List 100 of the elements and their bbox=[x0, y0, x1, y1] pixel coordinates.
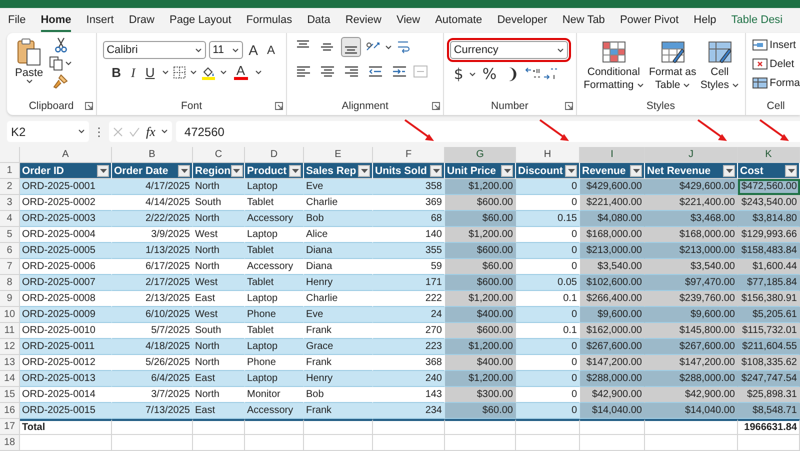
table-cell: $211,604.55 bbox=[738, 339, 800, 355]
table-cell: $600.00 bbox=[445, 243, 516, 259]
table-cell: $400.00 bbox=[445, 355, 516, 371]
table-cell: Frank bbox=[304, 403, 373, 419]
column-header[interactable]: C bbox=[193, 147, 245, 163]
paste-button[interactable]: Paste bbox=[13, 37, 46, 99]
row-number[interactable]: 8 bbox=[0, 275, 20, 291]
scissors-icon[interactable] bbox=[54, 37, 68, 53]
table-cell: ORD-2025-0015 bbox=[20, 403, 112, 419]
ribbon-tab[interactable]: Insert bbox=[86, 9, 114, 32]
decrease-font-size-button[interactable]: A bbox=[264, 44, 278, 56]
dialog-launcher-icon[interactable] bbox=[564, 102, 573, 110]
filter-dropdown-button[interactable] bbox=[430, 164, 442, 176]
empty-cell bbox=[738, 435, 800, 451]
formula-input[interactable]: 472560 bbox=[176, 121, 800, 142]
table-cell: North bbox=[193, 243, 245, 259]
row-number[interactable]: 9 bbox=[0, 291, 20, 307]
style-button[interactable]: Cell Styles bbox=[700, 41, 740, 99]
table-cell: $472,560.00 bbox=[738, 179, 800, 195]
row-number[interactable]: 13 bbox=[0, 355, 20, 371]
row-number[interactable]: 14 bbox=[0, 371, 20, 387]
underline-button[interactable]: U bbox=[142, 66, 158, 78]
ribbon-tab[interactable]: Page Layout bbox=[169, 9, 232, 32]
cells-item[interactable]: Delet bbox=[752, 56, 794, 72]
ribbon-tab[interactable]: File bbox=[8, 9, 26, 32]
table-cell: ORD-2025-0003 bbox=[20, 211, 112, 227]
row-number[interactable]: 5 bbox=[0, 227, 20, 243]
filter-dropdown-button[interactable] bbox=[358, 164, 370, 176]
filter-dropdown-button[interactable] bbox=[723, 164, 735, 176]
column-header[interactable]: A bbox=[20, 147, 112, 163]
increase-font-size-button[interactable]: A bbox=[246, 44, 261, 56]
column-header[interactable]: E bbox=[304, 147, 373, 163]
align-button[interactable] bbox=[341, 37, 362, 57]
row-number[interactable]: 15 bbox=[0, 387, 20, 403]
filter-dropdown-button[interactable] bbox=[501, 164, 513, 176]
ribbon-tab[interactable]: Developer bbox=[497, 9, 548, 32]
insert-function-button[interactable]: fx bbox=[146, 124, 156, 140]
ribbon-tab[interactable]: Power Pivot bbox=[620, 9, 679, 32]
filter-dropdown-button[interactable] bbox=[230, 164, 243, 176]
row-number[interactable]: 10 bbox=[0, 307, 20, 323]
filter-dropdown-button[interactable] bbox=[785, 164, 797, 176]
dialog-launcher-icon[interactable] bbox=[84, 102, 93, 110]
column-header[interactable]: I bbox=[580, 147, 645, 163]
ribbon-tab[interactable]: Automate bbox=[435, 9, 482, 32]
merge-cells-icon[interactable] bbox=[413, 64, 428, 78]
ribbon-tab[interactable]: Help bbox=[694, 9, 716, 32]
cells-item[interactable]: Insert bbox=[752, 37, 796, 53]
column-header[interactable]: B bbox=[112, 147, 193, 163]
decrease-decimal-icon[interactable] bbox=[543, 67, 560, 81]
ribbon-tab[interactable]: Table Desi bbox=[731, 9, 783, 32]
row-number[interactable]: 6 bbox=[0, 243, 20, 259]
row-number[interactable]: 1 bbox=[0, 163, 20, 179]
table-cell: $243,540.00 bbox=[738, 195, 800, 211]
wrap-text-icon[interactable] bbox=[396, 39, 412, 55]
column-header[interactable]: G bbox=[445, 147, 516, 163]
row-number[interactable]: 7 bbox=[0, 259, 20, 275]
fill-color-icon[interactable] bbox=[200, 65, 216, 80]
ribbon-tab[interactable]: Formulas bbox=[246, 9, 292, 32]
ribbon-tab[interactable]: Review bbox=[345, 9, 382, 32]
filter-dropdown-button[interactable] bbox=[630, 164, 642, 176]
style-button[interactable]: Format as Table bbox=[648, 41, 698, 99]
copy-icon[interactable] bbox=[49, 56, 64, 71]
row-number[interactable]: 3 bbox=[0, 195, 20, 211]
filter-dropdown-button[interactable] bbox=[97, 164, 109, 176]
italic-button[interactable]: I bbox=[128, 66, 138, 78]
ribbon-tab[interactable]: New Tab bbox=[562, 9, 605, 32]
filter-dropdown-button[interactable] bbox=[178, 164, 190, 176]
name-box[interactable]: K2 bbox=[7, 121, 89, 142]
table-cell: $162,000.00 bbox=[580, 323, 645, 339]
align-top-icon bbox=[296, 40, 310, 48]
ribbon-tab[interactable]: Data bbox=[307, 9, 330, 32]
dialog-launcher-icon[interactable] bbox=[432, 102, 440, 110]
ribbon-tab[interactable]: Draw bbox=[128, 9, 154, 32]
ribbon-tab[interactable]: View bbox=[396, 9, 420, 32]
table-cell: Laptop bbox=[245, 339, 304, 355]
cells-item[interactable]: Forma bbox=[752, 75, 800, 91]
row-number[interactable]: 12 bbox=[0, 339, 20, 355]
column-header[interactable]: D bbox=[245, 147, 304, 163]
dialog-launcher-icon[interactable] bbox=[275, 102, 284, 110]
row-number[interactable]: 16 bbox=[0, 403, 20, 419]
font-size-dropdown[interactable]: 11 bbox=[208, 41, 243, 59]
comma-style-button[interactable]: ❩ bbox=[502, 65, 524, 83]
row-number[interactable]: 17 bbox=[0, 419, 20, 435]
row-number[interactable]: 18 bbox=[0, 435, 20, 451]
row-number[interactable]: 2 bbox=[0, 179, 20, 195]
font-color-button[interactable]: A bbox=[230, 65, 251, 80]
row-number[interactable]: 4 bbox=[0, 211, 20, 227]
format-painter-icon[interactable] bbox=[53, 74, 68, 89]
font-name-dropdown[interactable]: Calibri bbox=[102, 41, 206, 59]
row-number[interactable]: 11 bbox=[0, 323, 20, 339]
filter-dropdown-button[interactable] bbox=[289, 164, 301, 176]
currency-button[interactable]: $ bbox=[450, 65, 468, 83]
table-cell: 0 bbox=[516, 371, 580, 387]
borders-icon[interactable] bbox=[172, 66, 186, 79]
more-options[interactable]: ⋮ bbox=[93, 124, 105, 138]
style-button[interactable]: Conditional Formatting bbox=[582, 41, 646, 99]
percent-button[interactable]: % bbox=[478, 65, 501, 83]
filter-dropdown-button[interactable] bbox=[565, 164, 577, 176]
bold-button[interactable]: B bbox=[108, 66, 124, 78]
number-format-dropdown[interactable]: Currency bbox=[450, 41, 568, 59]
